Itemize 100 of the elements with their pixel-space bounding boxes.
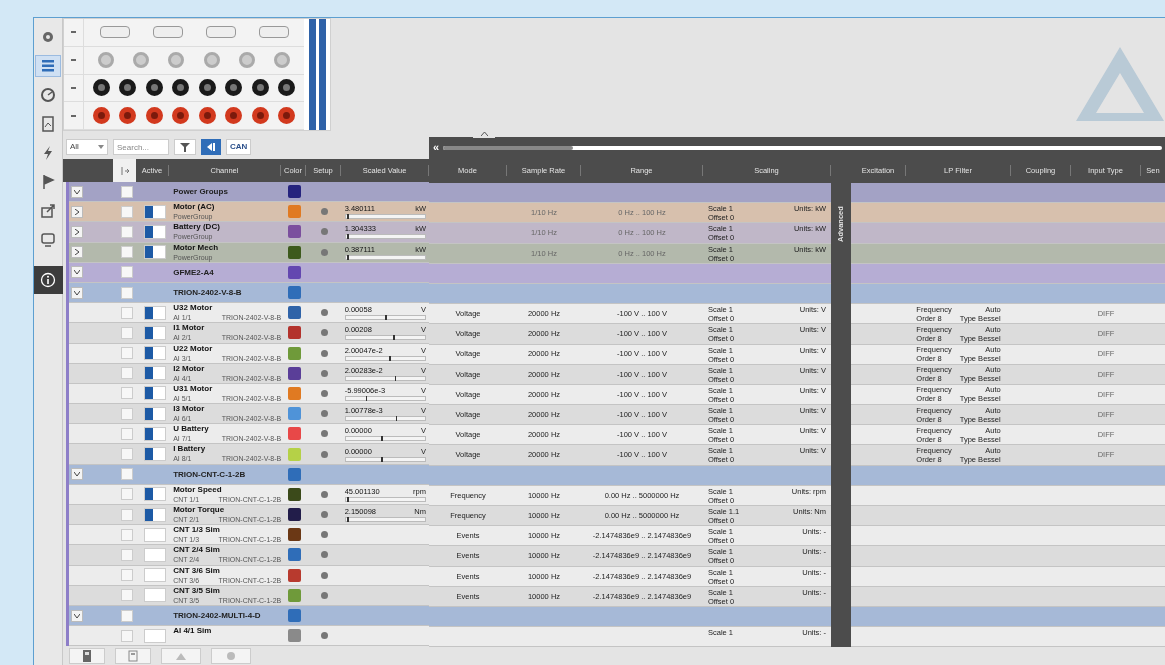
- color-swatch[interactable]: [288, 447, 302, 461]
- group-row[interactable]: [429, 283, 831, 305]
- color-swatch[interactable]: [288, 366, 302, 380]
- collapse-button[interactable]: [71, 286, 83, 299]
- checkbox[interactable]: [121, 326, 134, 339]
- color-swatch[interactable]: [288, 306, 302, 320]
- checkbox[interactable]: [121, 609, 134, 622]
- checkbox[interactable]: [121, 246, 134, 259]
- color-swatch[interactable]: [288, 548, 302, 562]
- active-switch[interactable]: [143, 426, 166, 441]
- checkbox[interactable]: [121, 589, 134, 602]
- checkbox[interactable]: [121, 427, 134, 440]
- view-toggle-button[interactable]: [201, 139, 221, 155]
- checkbox[interactable]: [121, 508, 134, 521]
- active-switch[interactable]: [143, 366, 166, 381]
- checkbox[interactable]: [121, 306, 134, 319]
- checkbox[interactable]: [121, 205, 134, 218]
- active-switch[interactable]: [143, 245, 166, 260]
- active-switch[interactable]: [143, 628, 166, 643]
- storage-button[interactable]: [69, 648, 105, 665]
- collapse-button[interactable]: [71, 266, 83, 279]
- color-swatch[interactable]: [288, 407, 302, 421]
- scrollbar[interactable]: [443, 145, 1162, 150]
- group-row[interactable]: [429, 606, 831, 628]
- checkbox[interactable]: [121, 387, 134, 400]
- color-swatch[interactable]: [288, 629, 302, 643]
- table-row[interactable]: [851, 506, 1165, 527]
- device-button[interactable]: [115, 648, 151, 665]
- search-field[interactable]: Search...: [113, 139, 169, 155]
- collapse-button[interactable]: «: [433, 142, 440, 153]
- color-swatch[interactable]: [288, 245, 302, 259]
- table-row[interactable]: [851, 566, 1165, 587]
- active-switch[interactable]: [143, 588, 166, 603]
- color-swatch[interactable]: [288, 588, 302, 602]
- table-row[interactable]: [851, 485, 1165, 506]
- group-row[interactable]: Power Groups: [69, 182, 429, 203]
- sensor-button[interactable]: [161, 648, 201, 665]
- active-switch[interactable]: [143, 507, 166, 522]
- checkbox[interactable]: [121, 266, 134, 279]
- group-row[interactable]: TRION-2402-MULTI-4-D: [69, 605, 429, 627]
- collapse-button[interactable]: [71, 185, 83, 198]
- color-swatch[interactable]: [288, 467, 302, 481]
- info-tab[interactable]: [34, 266, 63, 294]
- color-swatch[interactable]: [288, 265, 302, 279]
- active-switch[interactable]: [143, 406, 166, 421]
- checkbox[interactable]: [121, 488, 134, 501]
- active-switch[interactable]: [143, 224, 166, 239]
- checkbox[interactable]: [121, 448, 134, 461]
- active-switch[interactable]: [143, 447, 166, 462]
- group-row[interactable]: TRION-2402-V-8-B: [69, 282, 429, 304]
- expand-button[interactable]: [71, 246, 83, 259]
- active-switch[interactable]: [143, 305, 166, 320]
- active-switch[interactable]: [143, 325, 166, 340]
- active-switch[interactable]: [143, 487, 166, 502]
- group-row[interactable]: [851, 606, 1165, 628]
- table-row[interactable]: [851, 627, 1165, 648]
- active-switch[interactable]: [143, 527, 166, 542]
- active-switch[interactable]: [143, 204, 166, 219]
- color-swatch[interactable]: [288, 225, 302, 239]
- can-button[interactable]: CAN: [226, 139, 252, 155]
- color-swatch[interactable]: [288, 326, 302, 340]
- checkbox[interactable]: [121, 347, 134, 360]
- filter-button[interactable]: [174, 139, 196, 155]
- checkbox[interactable]: [121, 407, 134, 420]
- active-switch[interactable]: [143, 386, 166, 401]
- color-swatch[interactable]: [288, 487, 302, 501]
- filter-dropdown[interactable]: All: [66, 139, 108, 155]
- color-swatch[interactable]: [288, 205, 302, 219]
- checkbox[interactable]: [121, 629, 134, 642]
- checkbox[interactable]: [121, 367, 134, 380]
- color-swatch[interactable]: [288, 286, 302, 300]
- table-row[interactable]: [851, 526, 1165, 547]
- table-row[interactable]: AI 4/1 Sim: [69, 626, 429, 647]
- color-swatch[interactable]: [288, 427, 302, 441]
- collapse-button[interactable]: [71, 468, 83, 481]
- collapse-button[interactable]: [71, 609, 83, 622]
- active-switch[interactable]: [143, 547, 166, 562]
- checkbox[interactable]: [121, 548, 134, 561]
- checkbox[interactable]: [121, 225, 134, 238]
- color-swatch[interactable]: [288, 609, 302, 623]
- color-swatch[interactable]: [288, 528, 302, 542]
- checkbox[interactable]: [121, 468, 134, 481]
- group-row[interactable]: GFME2-A4: [69, 262, 429, 283]
- expand-button[interactable]: [71, 205, 83, 218]
- active-switch[interactable]: [143, 568, 166, 583]
- list-tab[interactable]: [35, 55, 61, 77]
- expand-button[interactable]: [71, 225, 83, 238]
- active-switch[interactable]: [143, 346, 166, 361]
- checkbox[interactable]: [121, 185, 134, 198]
- column-picker-button[interactable]: [113, 159, 136, 182]
- checkbox[interactable]: [121, 569, 134, 582]
- color-swatch[interactable]: [288, 185, 302, 199]
- checkbox[interactable]: [121, 286, 134, 299]
- color-swatch[interactable]: [288, 568, 302, 582]
- module-button[interactable]: [211, 648, 251, 665]
- color-swatch[interactable]: [288, 346, 302, 360]
- checkbox[interactable]: [121, 528, 134, 541]
- group-row[interactable]: [851, 283, 1165, 305]
- color-swatch[interactable]: [288, 508, 302, 522]
- group-row[interactable]: TRION-CNT-C-1-2B: [69, 464, 429, 485]
